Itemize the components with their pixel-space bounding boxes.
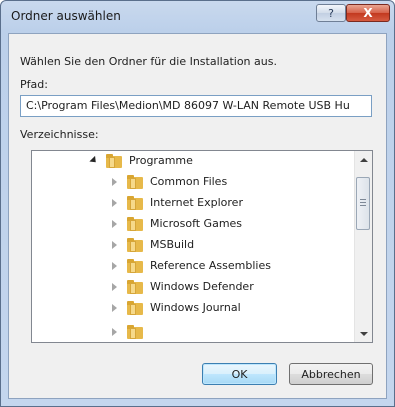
folder-icon bbox=[127, 258, 143, 273]
tree-item-partial[interactable] bbox=[110, 321, 150, 342]
instruction-text: Wählen Sie den Ordner für die Installati… bbox=[20, 55, 277, 68]
tree-item-label: Microsoft Games bbox=[150, 217, 243, 230]
tree-item-label: Common Files bbox=[150, 175, 228, 188]
folder-icon bbox=[127, 279, 143, 294]
title-bar[interactable]: Ordner auswählen ? X bbox=[1, 1, 394, 33]
folder-icon bbox=[127, 324, 143, 339]
collapsed-arrow-icon[interactable] bbox=[110, 282, 119, 291]
directories-label: Verzeichnisse: bbox=[20, 128, 99, 141]
tree-scrollbar[interactable] bbox=[354, 151, 372, 342]
path-input[interactable]: C:\Program Files\Medion\MD 86097 W-LAN R… bbox=[20, 95, 372, 117]
cancel-button[interactable]: Abbrechen bbox=[289, 363, 373, 385]
folder-icon bbox=[127, 174, 143, 189]
tree-item-internet-explorer[interactable]: Internet Explorer bbox=[110, 192, 243, 213]
folder-icon bbox=[127, 300, 143, 315]
collapsed-arrow-icon[interactable] bbox=[110, 261, 119, 270]
tree-item-label: Windows Defender bbox=[150, 280, 254, 293]
collapsed-arrow-icon[interactable] bbox=[110, 198, 119, 207]
tree-item-reference-assemblies[interactable]: Reference Assemblies bbox=[110, 255, 271, 276]
scroll-up-arrow-icon[interactable] bbox=[355, 151, 372, 168]
tree-item-label: Programme bbox=[129, 154, 193, 167]
tree-item-common-files[interactable]: Common Files bbox=[110, 171, 227, 192]
scroll-thumb[interactable] bbox=[356, 177, 370, 230]
folder-icon bbox=[127, 195, 143, 210]
tree-item-windows-journal[interactable]: Windows Journal bbox=[110, 297, 241, 318]
help-button[interactable]: ? bbox=[316, 4, 346, 22]
collapsed-arrow-icon[interactable] bbox=[110, 303, 119, 312]
path-label: Pfad: bbox=[20, 78, 48, 91]
tree-item-programme[interactable]: Programme bbox=[88, 151, 193, 171]
scroll-down-arrow-icon[interactable] bbox=[355, 325, 372, 342]
folder-icon bbox=[127, 237, 143, 252]
tree-item-label: MSBuild bbox=[150, 238, 195, 251]
close-button[interactable]: X bbox=[346, 4, 390, 22]
expanded-arrow-icon[interactable] bbox=[88, 155, 99, 166]
tree-item-label: Windows Journal bbox=[150, 301, 241, 314]
ok-button[interactable]: OK bbox=[202, 363, 277, 385]
tree-item-label: Internet Explorer bbox=[150, 196, 243, 209]
collapsed-arrow-icon[interactable] bbox=[110, 219, 119, 228]
collapsed-arrow-icon[interactable] bbox=[110, 177, 119, 186]
tree-item-label: Reference Assemblies bbox=[150, 259, 271, 272]
folder-icon bbox=[127, 216, 143, 231]
collapsed-arrow-icon[interactable] bbox=[110, 240, 119, 249]
folder-icon bbox=[106, 153, 122, 168]
tree-item-microsoft-games[interactable]: Microsoft Games bbox=[110, 213, 242, 234]
tree-item-msbuild[interactable]: MSBuild bbox=[110, 234, 194, 255]
help-icon: ? bbox=[328, 6, 334, 20]
directory-tree[interactable]: Programme Common Files Internet Explorer… bbox=[31, 150, 373, 343]
collapsed-arrow-icon[interactable] bbox=[110, 327, 119, 336]
close-icon: X bbox=[363, 6, 373, 20]
tree-item-windows-defender[interactable]: Windows Defender bbox=[110, 276, 254, 297]
window-title: Ordner auswählen bbox=[11, 9, 121, 23]
